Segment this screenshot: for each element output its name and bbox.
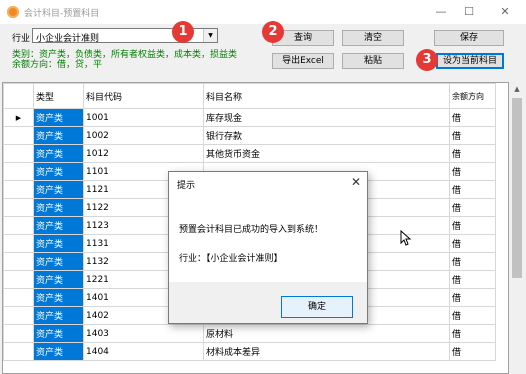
balance-direction-cell[interactable]: 借 [449,180,496,199]
close-button[interactable]: ✕ [488,0,522,24]
type-cell[interactable]: 资产类 [33,306,84,325]
balance-direction-cell[interactable]: 借 [449,252,496,271]
type-cell[interactable]: 资产类 [33,126,84,145]
balance-direction-cell[interactable]: 借 [449,108,496,127]
row-header[interactable] [3,252,34,271]
export-excel-button[interactable]: 导出Excel [272,53,334,69]
type-cell[interactable]: 资产类 [33,216,84,235]
row-header[interactable] [3,126,34,145]
set-current-subject-button[interactable]: 设为当前科目 [436,53,504,69]
code-cell[interactable]: 1404 [83,342,204,361]
dialog-title: 提示 [177,181,196,191]
name-cell[interactable]: 原材料 [203,324,450,343]
paste-button[interactable]: 粘贴 [342,53,404,69]
save-button[interactable]: 保存 [434,30,504,46]
balance-direction-cell[interactable]: 借 [449,234,496,253]
type-cell[interactable]: 资产类 [33,144,84,163]
type-cell[interactable]: 资产类 [33,252,84,271]
step-badge-1: 1 [172,21,194,43]
column-header-code[interactable]: 科目代码 [83,83,204,109]
row-header[interactable] [3,162,34,181]
dialog-body: 预置会计科目已成功的导入到系统！ 行业：【小企业会计准则】 [169,194,367,282]
type-cell[interactable]: 资产类 [33,288,84,307]
row-header[interactable] [3,180,34,199]
clear-button[interactable]: 清空 [342,30,404,46]
row-header[interactable] [3,198,34,217]
balance-direction-cell[interactable]: 借 [449,198,496,217]
dialog-ok-button[interactable]: 确定 [281,296,353,318]
table-row[interactable]: 资产类 1404 材料成本差异借 [3,342,496,361]
balance-direction-cell[interactable]: 借 [449,342,496,361]
type-cell[interactable]: 资产类 [33,270,84,289]
name-cell[interactable]: 材料成本差异 [203,342,450,361]
code-cell[interactable]: 1001 [83,108,204,127]
type-cell[interactable]: 资产类 [33,108,84,127]
row-header[interactable] [3,234,34,253]
window-title: 会计科目-预置科目 [24,9,100,19]
current-row-indicator-icon: ▶ [15,113,22,122]
column-header-type[interactable]: 类型 [33,83,84,109]
type-cell[interactable]: 资产类 [33,342,84,361]
main-window: 会计科目-预置科目 — ☐ ✕ 行业 小企业会计准则 ▼ 类别：资产类，负债类，… [0,0,526,374]
step-badge-2: 2 [262,21,284,43]
industry-select-value: 小企业会计准则 [36,34,100,44]
balance-direction-cell[interactable]: 借 [449,324,496,343]
code-cell[interactable]: 1403 [83,324,204,343]
balance-direction-cell[interactable]: 借 [449,270,496,289]
scroll-up-icon[interactable]: ▲ [510,82,524,96]
row-header[interactable] [3,306,34,325]
column-header-balance-direction[interactable]: 余额方向 [449,83,496,109]
balance-direction-cell[interactable]: 借 [449,288,496,307]
scrollbar-thumb[interactable] [512,98,522,278]
dialog-title-bar: 提示 ✕ [169,172,367,194]
name-cell[interactable]: 其他货币资金 [203,144,450,163]
table-row[interactable]: 资产类 1012 其他货币资金借 [3,144,496,163]
chevron-down-icon[interactable]: ▼ [203,29,217,42]
balance-direction-cell[interactable]: 借 [449,126,496,145]
balance-direction-cell[interactable]: 借 [449,144,496,163]
balance-direction-hint: 余额方向：借，贷，平 [12,60,103,70]
step-badge-3: 3 [416,49,438,71]
balance-direction-cell[interactable]: 借 [449,162,496,181]
info-dialog: 提示 ✕ 预置会计科目已成功的导入到系统！ 行业：【小企业会计准则】 确定 [168,171,368,324]
maximize-button[interactable]: ☐ [452,0,486,24]
name-cell[interactable]: 银行存款 [203,126,450,145]
type-cell[interactable]: 资产类 [33,324,84,343]
dialog-close-icon[interactable]: ✕ [351,175,361,189]
app-icon [7,6,19,18]
table-header-row: 类型 科目代码 科目名称 余额方向 [3,83,496,109]
balance-direction-cell[interactable]: 借 [449,216,496,235]
mouse-cursor-icon [400,230,412,246]
row-header[interactable] [3,324,34,343]
code-cell[interactable]: 1002 [83,126,204,145]
table-row[interactable]: 资产类 1403 原材料借 [3,324,496,343]
type-cell[interactable]: 资产类 [33,234,84,253]
type-cell[interactable]: 资产类 [33,180,84,199]
dialog-industry-line: 行业：【小企业会计准则】 [179,254,283,264]
row-header[interactable] [3,342,34,361]
dialog-message: 预置会计科目已成功的导入到系统！ [179,225,324,235]
vertical-scrollbar[interactable]: ▲ [510,82,524,374]
row-header-corner [3,83,34,109]
type-cell[interactable]: 资产类 [33,162,84,181]
table-row[interactable]: 资产类 1002 银行存款借 [3,126,496,145]
row-header[interactable]: ▶ [3,108,34,127]
title-bar: 会计科目-预置科目 — ☐ ✕ [0,0,526,24]
column-header-name[interactable]: 科目名称 [203,83,450,109]
row-header[interactable] [3,270,34,289]
row-header[interactable] [3,288,34,307]
name-cell[interactable]: 库存现金 [203,108,450,127]
table-row[interactable]: ▶ 资产类 1001 库存现金借 [3,108,496,127]
industry-label: 行业 [12,34,31,44]
code-cell[interactable]: 1012 [83,144,204,163]
balance-direction-cell[interactable]: 借 [449,306,496,325]
type-cell[interactable]: 资产类 [33,198,84,217]
row-header[interactable] [3,144,34,163]
row-header[interactable] [3,216,34,235]
